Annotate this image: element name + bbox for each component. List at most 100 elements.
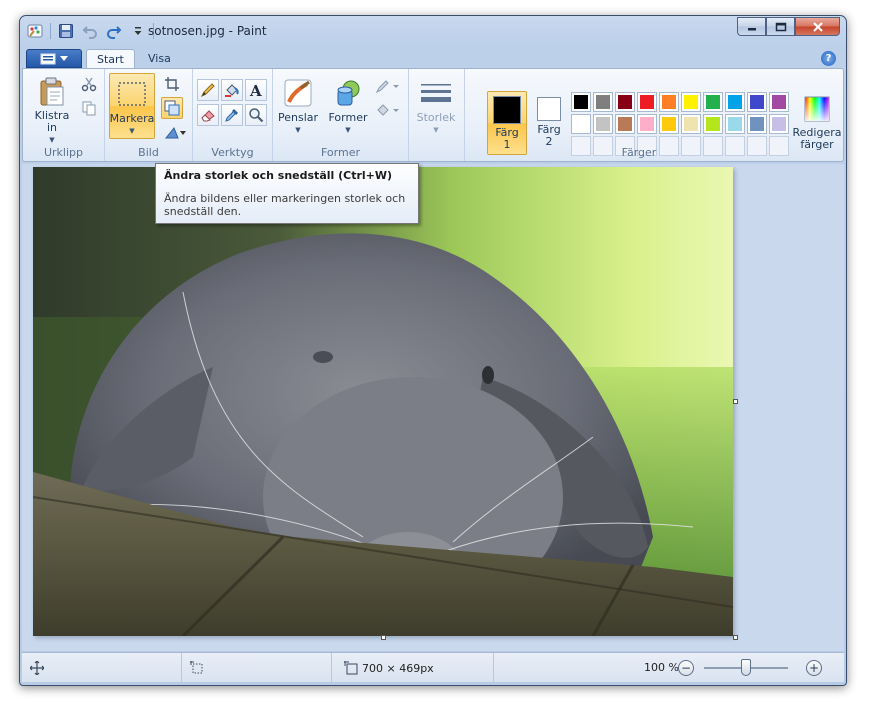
shapes-button[interactable]: Former ▼ [325, 73, 371, 139]
maximize-button[interactable] [766, 17, 795, 36]
paste-button[interactable]: Klistra in ▼ [29, 73, 75, 144]
palette-color-fill [662, 117, 676, 131]
palette-color-13[interactable] [615, 114, 635, 134]
select-button[interactable]: Markera ▼ [109, 73, 155, 139]
canvas-image[interactable] [33, 167, 733, 636]
palette-color-fill [574, 117, 588, 131]
close-button[interactable] [795, 17, 840, 36]
outline-icon[interactable] [373, 75, 403, 97]
paste-icon [36, 77, 68, 107]
palette-color-fill [618, 95, 632, 109]
palette-color-fill [772, 117, 786, 131]
group-tools: A Verktyg [193, 69, 273, 161]
palette-color-7[interactable] [703, 92, 723, 112]
palette-color-20[interactable] [769, 114, 789, 134]
palette-color-5[interactable] [659, 92, 679, 112]
palette-color-11[interactable] [571, 114, 591, 134]
color1-swatch [493, 96, 521, 124]
brushes-button[interactable]: Penslar ▼ [275, 73, 321, 139]
palette-color-19[interactable] [747, 114, 767, 134]
cursor-position-icon [30, 661, 44, 675]
magnifier-icon[interactable] [245, 104, 267, 126]
cursor-position-cell [22, 653, 182, 683]
paint-menu-button[interactable] [26, 49, 82, 68]
canvas-area[interactable] [22, 164, 844, 651]
resize-handle-corner[interactable] [733, 635, 738, 640]
color2-swatch [537, 97, 561, 121]
palette-color-15[interactable] [659, 114, 679, 134]
palette-color-fill [662, 95, 676, 109]
text-icon[interactable]: A [245, 79, 267, 101]
zoom-level-text: 100 % [644, 661, 679, 674]
undo-icon[interactable] [81, 22, 99, 40]
size-label: Storlek [416, 111, 456, 124]
ribbon-tabs: Start Visa ? [20, 47, 846, 70]
palette-color-14[interactable] [637, 114, 657, 134]
shapes-icon [332, 77, 364, 109]
palette-color-6[interactable] [681, 92, 701, 112]
save-icon[interactable] [57, 22, 75, 40]
copy-icon[interactable] [78, 97, 100, 119]
pencil-icon[interactable] [197, 79, 219, 101]
palette-color-4[interactable] [637, 92, 657, 112]
zoom-out-button[interactable]: − [678, 660, 694, 676]
palette-color-12[interactable] [593, 114, 613, 134]
palette-color-fill [596, 95, 610, 109]
palette-color-1[interactable] [571, 92, 591, 112]
palette-color-8[interactable] [725, 92, 745, 112]
size-button[interactable]: Storlek ▼ [413, 73, 459, 139]
palette-color-9[interactable] [747, 92, 767, 112]
select-label: Markera [109, 112, 155, 125]
zoom-in-button[interactable]: + [806, 660, 822, 676]
redo-icon[interactable] [105, 22, 123, 40]
zoom-slider-thumb[interactable] [741, 659, 751, 676]
palette-color-18[interactable] [725, 114, 745, 134]
tooltip-title: Ändra storlek och snedställ (Ctrl+W) [164, 169, 393, 182]
image-size-cell: 700 × 469px [332, 653, 494, 683]
palette-color-fill [706, 95, 720, 109]
group-size: Storlek ▼ [409, 69, 465, 161]
tab-start[interactable]: Start [86, 49, 135, 70]
crop-icon[interactable] [161, 73, 183, 95]
palette-color-16[interactable] [681, 114, 701, 134]
palette-color-fill [574, 95, 588, 109]
resize-icon[interactable] [161, 97, 183, 119]
zoom-cell: 100 % − + [494, 653, 844, 683]
title-bar: sotnosen.jpg - Paint [20, 16, 846, 46]
palette-color-fill [596, 117, 610, 131]
palette-color-fill [684, 95, 698, 109]
fill-shape-icon[interactable] [373, 99, 403, 121]
line-size-icon [420, 77, 452, 109]
edit-colors-button[interactable]: Redigera färger [789, 91, 845, 151]
palette-color-2[interactable] [593, 92, 613, 112]
edit-colors-label: Redigera färger [792, 126, 842, 151]
help-icon[interactable]: ? [821, 51, 836, 66]
window-title: sotnosen.jpg - Paint [148, 24, 267, 38]
paint-window: sotnosen.jpg - Paint Start Visa ? Klistr… [19, 15, 847, 686]
paint-app-icon[interactable] [26, 22, 44, 40]
image-size-icon [344, 661, 358, 675]
palette-color-3[interactable] [615, 92, 635, 112]
palette-color-10[interactable] [769, 92, 789, 112]
group-image-label: Bild [138, 146, 159, 159]
tab-view[interactable]: Visa [138, 49, 181, 70]
resize-handle-bottom[interactable] [381, 635, 386, 640]
palette-color-fill [728, 95, 742, 109]
image-size-text: 700 × 469px [362, 661, 434, 675]
color-picker-icon[interactable] [221, 104, 243, 126]
bunny-photo [33, 167, 733, 636]
fill-icon[interactable] [221, 79, 243, 101]
minimize-button[interactable] [737, 17, 766, 36]
group-image: Markera ▼ Bild [105, 69, 193, 161]
rotate-icon[interactable] [161, 121, 189, 143]
palette-color-17[interactable] [703, 114, 723, 134]
eraser-icon[interactable] [197, 104, 219, 126]
cut-icon[interactable] [78, 73, 100, 95]
resize-handle-right[interactable] [733, 399, 738, 404]
color2-label: Färg 2 [537, 123, 561, 148]
palette-color-fill [728, 117, 742, 131]
group-clipboard: Klistra in ▼ Urklipp [23, 69, 105, 161]
paste-label: Klistra in [34, 109, 70, 134]
customize-qat-icon[interactable] [129, 22, 147, 40]
palette-color-fill [684, 117, 698, 131]
